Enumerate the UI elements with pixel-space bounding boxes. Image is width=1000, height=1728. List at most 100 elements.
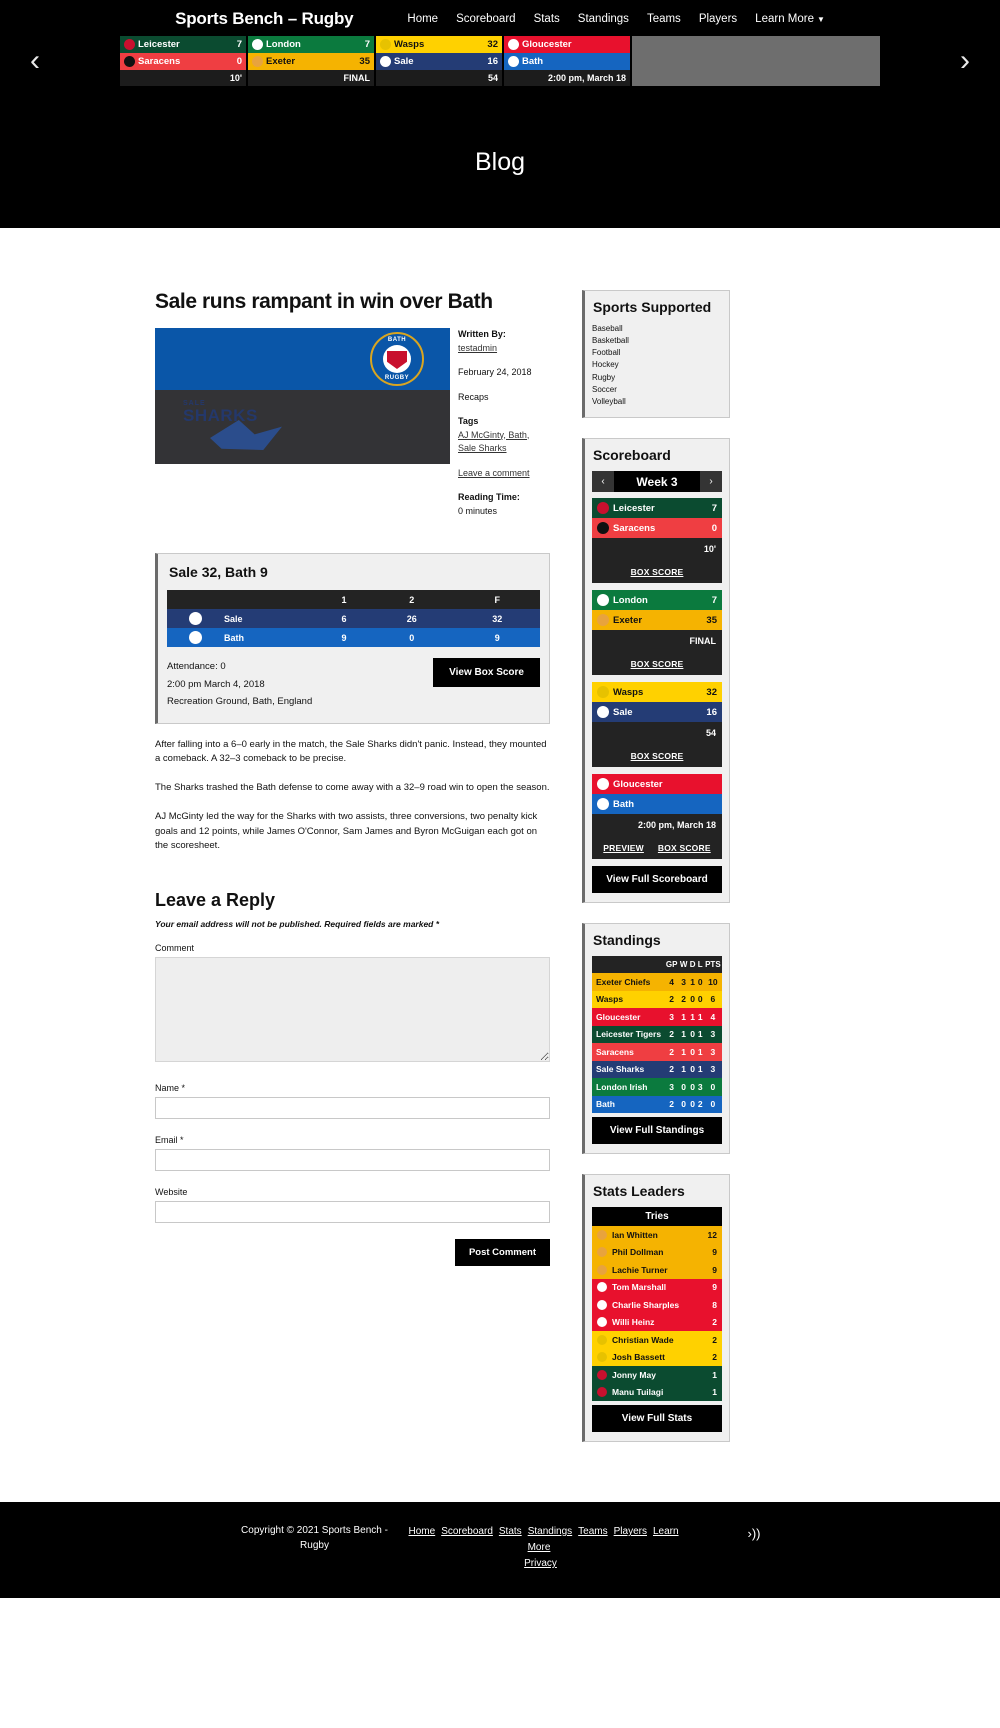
comment-label: Comment (155, 943, 195, 953)
game-link-box-score[interactable]: BOX SCORE (631, 751, 684, 761)
nav-item-stats[interactable]: Stats (534, 13, 560, 25)
boxscore-datetime: 2:00 pm March 4, 2018 (167, 678, 265, 690)
standings-table: GP W D L PTS Exeter Chiefs 4 3 1 0 10 Wasps 2 2 0 0 6 Gl… (592, 956, 722, 1114)
stats-leader-row[interactable]: Willi Heinz 2 (592, 1313, 722, 1332)
ticker-game[interactable]: London 7 Exeter 35 FINAL (248, 36, 376, 86)
nav-item-scoreboard[interactable]: Scoreboard (456, 13, 515, 25)
post-comment-button[interactable]: Post Comment (454, 1239, 550, 1266)
standings-pts: 0 (710, 1099, 716, 1110)
standings-gp: 3 (669, 1011, 674, 1022)
standings-widget-title: Standings (593, 932, 661, 949)
post-author-link[interactable]: testadmin (458, 343, 497, 353)
sport-list-item: Football (592, 348, 621, 358)
footer-link-home[interactable]: Home (409, 1526, 436, 1537)
stats-leader-row[interactable]: Manu Tuilagi 1 (592, 1383, 722, 1402)
email-label: Email * (155, 1135, 184, 1145)
week-next-button[interactable]: › (700, 471, 722, 493)
nav-item-standings[interactable]: Standings (578, 13, 629, 25)
standings-l: 3 (697, 1081, 703, 1092)
footer-copyright: Copyright © 2021 Sports Bench - Rugby (241, 1525, 388, 1551)
footer-link-players[interactable]: Players (614, 1526, 647, 1537)
scoreboard-game[interactable]: Wasps 32 Sale 16 54 BOX SCORE (592, 682, 722, 768)
team-logo-icon (597, 1317, 607, 1328)
leave-comment-link[interactable]: Leave a comment (458, 468, 530, 478)
game-link-preview[interactable]: PREVIEW (603, 843, 644, 853)
scoreboard-ticker: ‹ Leicester 7 Saracens 0 10' London 7 Exeter 35 F… (0, 36, 1000, 86)
stats-leader-value: 2 (712, 1334, 717, 1345)
standings-w: 0 (681, 1099, 686, 1110)
featured-image-bath: BATH RUGBY (155, 328, 450, 390)
ticker-game[interactable]: Wasps 32 Sale 16 54 (376, 36, 504, 86)
view-full-standings-button[interactable]: View Full Standings (592, 1117, 722, 1145)
rss-icon[interactable]: ›)) (748, 1526, 761, 1541)
stats-leader-row[interactable]: Phil Dollman 9 (592, 1243, 722, 1262)
footer-link-standings[interactable]: Standings (528, 1526, 572, 1537)
footer-link-scoreboard[interactable]: Scoreboard (441, 1526, 493, 1537)
ticker-game[interactable]: Gloucester Bath 2:00 pm, March 18 (504, 36, 632, 86)
footer-link-teams[interactable]: Teams (578, 1526, 607, 1537)
stats-leader-row[interactable]: Josh Bassett 2 (592, 1348, 722, 1367)
team-logo-icon (597, 778, 609, 791)
standings-w: 1 (681, 1029, 686, 1040)
game-link-box-score[interactable]: BOX SCORE (631, 567, 684, 577)
sidebar: Sports Supported Baseball Basketball Footb… (582, 290, 730, 1462)
nav-item-home[interactable]: Home (407, 13, 438, 25)
view-full-stats-button[interactable]: View Full Stats (592, 1405, 722, 1433)
team-logo-icon (188, 631, 202, 644)
team-logo-icon (508, 39, 519, 50)
name-input[interactable] (155, 1097, 550, 1119)
game-link-box-score[interactable]: BOX SCORE (631, 659, 684, 669)
standings-pts: 3 (710, 1064, 716, 1075)
post-tags-line2[interactable]: Sale Sharks (458, 443, 507, 453)
nav-item-teams[interactable]: Teams (647, 13, 681, 25)
leave-reply-heading: Leave a Reply (155, 890, 276, 910)
stats-leader-row[interactable]: Ian Whitten 12 (592, 1226, 722, 1244)
week-prev-button[interactable]: ‹ (592, 471, 614, 493)
boxscore-table: 12F Sale 6 26 32 Bath 9 0 9 (167, 590, 540, 647)
boxscore-col-header (223, 590, 319, 609)
stats-leader-name: Charlie Sharples (612, 1299, 680, 1310)
ticker-game[interactable]: Leicester 7 Saracens 0 10' (120, 36, 248, 86)
stats-leader-row[interactable]: Lachie Turner 9 (592, 1261, 722, 1279)
sport-list-item: Soccer (592, 384, 617, 394)
standings-team: Bath (596, 1099, 615, 1110)
standings-pts: 10 (708, 976, 718, 987)
team-logo-icon (597, 1387, 607, 1398)
email-input[interactable] (155, 1149, 550, 1171)
ticker-away-name: London (266, 39, 301, 50)
nav-item-players[interactable]: Players (699, 13, 737, 25)
standings-d: 0 (690, 1099, 695, 1110)
standings-team: London Irish (596, 1081, 648, 1092)
standings-col-header: D (688, 956, 697, 974)
footer-link-stats[interactable]: Stats (499, 1526, 522, 1537)
post-meta: Written By: testadmin February 24, 2018 … (458, 328, 550, 529)
nav-item-learn-more[interactable]: Learn More ▼ (755, 13, 825, 25)
stats-leader-value: 2 (712, 1352, 717, 1363)
team-logo-icon (597, 1352, 607, 1363)
view-box-score-button[interactable]: View Box Score (433, 658, 540, 687)
stats-leader-row[interactable]: Tom Marshall 9 (592, 1278, 722, 1297)
game-links: BOX SCORE (592, 744, 722, 768)
stats-leader-row[interactable]: Charlie Sharples 8 (592, 1296, 722, 1314)
stats-leader-value: 9 (712, 1247, 717, 1258)
standings-row: Bath 2 0 0 2 0 (592, 1095, 722, 1114)
view-full-scoreboard-button[interactable]: View Full Scoreboard (592, 866, 722, 894)
scoreboard-game[interactable]: London 7 Exeter 35 FINAL BOX SCORE (592, 590, 722, 676)
footer-link-privacy[interactable]: Privacy (524, 1558, 557, 1569)
game-link-box-score[interactable]: BOX SCORE (658, 843, 711, 853)
standings-row: London Irish 3 0 0 3 0 (592, 1078, 722, 1096)
scoreboard-game[interactable]: Gloucester Bath 2:00 pm, March 18 PREVIEW BO… (592, 774, 722, 860)
website-label: Website (155, 1187, 188, 1197)
stats-leader-row[interactable]: Christian Wade 2 (592, 1331, 722, 1349)
boxscore-period-1: 9 (341, 632, 347, 643)
ticker-next-arrow[interactable]: › (960, 46, 970, 76)
website-input[interactable] (155, 1201, 550, 1223)
chevron-down-icon: ▼ (816, 15, 825, 24)
boxscore-team-name: Sale (224, 613, 243, 624)
game-status: 54 (592, 722, 722, 745)
comment-input[interactable] (155, 957, 550, 1062)
ticker-prev-arrow[interactable]: ‹ (30, 46, 40, 76)
stats-leader-row[interactable]: Jonny May 1 (592, 1366, 722, 1384)
scoreboard-game[interactable]: Leicester 7 Saracens 0 10' BOX SCORE (592, 498, 722, 584)
post-tags-line1[interactable]: AJ McGinty, Bath, (458, 430, 529, 440)
